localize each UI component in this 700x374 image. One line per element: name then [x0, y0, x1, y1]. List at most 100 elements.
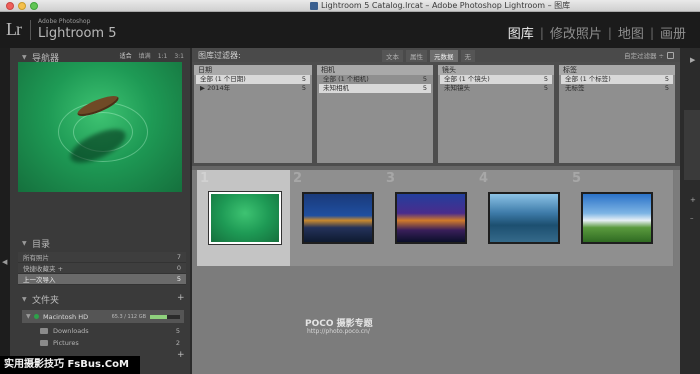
- row-count: 5: [543, 84, 548, 92]
- metadata-filter-panel: 日期 全部 (1 个日期) 5 ▶ 2014年 5 相机 全部 (1 个相机) 5 未…: [192, 62, 680, 166]
- volume-status-icon: [34, 314, 39, 319]
- add-folder-button[interactable]: +: [177, 293, 185, 303]
- vendor-label: Adobe Photoshop: [38, 18, 91, 25]
- filter-tab-none[interactable]: 无: [460, 50, 475, 62]
- folder-label: Pictures: [53, 338, 79, 347]
- volume-name: Macintosh HD: [43, 312, 89, 321]
- minimize-window-button[interactable]: [18, 2, 26, 10]
- module-book[interactable]: 画册: [654, 23, 692, 42]
- row-count: 5: [422, 84, 427, 92]
- navigator-preview[interactable]: [18, 62, 182, 192]
- volume-usage-fill: [150, 314, 168, 319]
- volume-size: 65.3 / 112 GB: [111, 313, 146, 320]
- catalog-title: 目录: [32, 239, 51, 250]
- folder-item[interactable]: Pictures 2: [22, 337, 184, 348]
- catalog-item[interactable]: 所有照片 7: [18, 252, 186, 263]
- grid-cell[interactable]: 5: [569, 170, 674, 266]
- right-panel-edge[interactable]: [680, 48, 700, 374]
- thumbnail-interchange[interactable]: [395, 192, 467, 244]
- catalog-header[interactable]: ▼ 目录: [10, 236, 190, 250]
- triangle-down-icon: ▼: [22, 295, 27, 303]
- catalog-item[interactable]: 快捷收藏夹 + 0: [18, 263, 186, 274]
- grid-cell-selected[interactable]: 1: [197, 170, 292, 266]
- row-label: 全部 (1 个标签): [565, 75, 611, 83]
- column-row[interactable]: 未知相机 5: [319, 84, 431, 93]
- folders-header[interactable]: ▼ 文件夹: [10, 292, 190, 306]
- folder-item[interactable]: Downloads 5: [22, 325, 184, 336]
- filter-column-date: 日期 全部 (1 个日期) 5 ▶ 2014年 5: [194, 65, 312, 163]
- row-label: ▶ 2014年: [200, 84, 231, 92]
- column-row[interactable]: ▶ 2014年 5: [196, 84, 310, 93]
- triangle-down-icon: ▼: [26, 313, 31, 320]
- column-header[interactable]: 镜头: [438, 65, 554, 75]
- folder-label: Downloads: [53, 326, 89, 335]
- thumbnail-boat[interactable]: [208, 191, 282, 245]
- filter-preset-dropdown[interactable]: 自定过滤器 ÷: [624, 50, 674, 60]
- thumbnail-city-night[interactable]: [302, 192, 374, 244]
- cell-index: 1: [200, 171, 210, 186]
- grid-cell[interactable]: 3: [383, 170, 478, 266]
- row-count: 5: [664, 75, 669, 83]
- catalog-item-selected[interactable]: 上一次导入 5: [18, 274, 186, 285]
- zoom-window-button[interactable]: [30, 2, 38, 10]
- watermark-url: http://photo.poco.cn/: [307, 328, 370, 335]
- filter-column-lens: 镜头 全部 (1 个镜头) 5 未知镜头 5: [438, 65, 554, 163]
- thumbnail-karst[interactable]: [488, 192, 560, 244]
- row-count: 5: [664, 84, 669, 92]
- column-header[interactable]: 标签: [559, 65, 675, 75]
- module-develop[interactable]: 修改照片: [544, 23, 608, 42]
- library-filter-title: 图库过滤器:: [198, 50, 241, 60]
- thumbnail-meadow[interactable]: [581, 192, 653, 244]
- grid-cell[interactable]: 2: [290, 170, 385, 266]
- row-count: 5: [422, 75, 427, 83]
- column-row[interactable]: 全部 (1 个标签) 5: [561, 75, 673, 84]
- window-titlebar: Lightroom 5 Catalog.lrcat – Adobe Photos…: [0, 0, 700, 12]
- catalog-item-count: 0: [176, 264, 181, 272]
- library-filter-bar: 图库过滤器: 文本 属性 元数据 无 自定过滤器 ÷: [192, 48, 680, 62]
- product-name: Lightroom 5: [38, 26, 117, 41]
- row-label: 无标签: [565, 84, 585, 92]
- catalog-item-label: 所有照片: [23, 254, 49, 262]
- folder-count: 2: [175, 338, 180, 347]
- filter-tab-text[interactable]: 文本: [382, 50, 403, 62]
- minus-icon[interactable]: –: [690, 214, 694, 222]
- row-label: 未知镜头: [444, 84, 470, 92]
- cell-index: 2: [293, 171, 303, 186]
- left-panel-edge[interactable]: ◀: [0, 48, 10, 374]
- lock-icon[interactable]: [667, 51, 674, 59]
- filter-column-camera: 相机 全部 (1 个相机) 5 未知相机 5: [317, 65, 433, 163]
- column-row[interactable]: 全部 (1 个镜头) 5: [440, 75, 552, 84]
- catalog-item-count: 5: [176, 275, 181, 283]
- lightroom-logo: Lr: [6, 19, 22, 39]
- grid-cell[interactable]: 4: [476, 170, 571, 266]
- column-row[interactable]: 全部 (1 个日期) 5: [196, 75, 310, 84]
- module-library[interactable]: 图库: [502, 23, 540, 42]
- collapse-right-panel-icon[interactable]: ▶: [690, 56, 695, 64]
- document-icon: [310, 2, 318, 10]
- column-row[interactable]: 未知镜头 5: [440, 84, 552, 93]
- top-panel: Lr Adobe Photoshop Lightroom 5 图库 | 修改照片…: [0, 12, 700, 48]
- column-header[interactable]: 日期: [194, 65, 312, 75]
- row-count: 5: [301, 84, 306, 92]
- column-row[interactable]: 无标签 5: [561, 84, 673, 93]
- plus-icon[interactable]: +: [690, 196, 696, 204]
- module-picker: 图库 | 修改照片 | 地图 | 画册: [502, 23, 692, 43]
- module-map[interactable]: 地图: [612, 23, 650, 42]
- column-row[interactable]: 全部 (1 个相机) 5: [319, 75, 431, 84]
- volume-usage-bar: [150, 314, 180, 319]
- cell-index: 5: [572, 171, 582, 186]
- collapse-left-panel-icon[interactable]: ◀: [2, 258, 7, 266]
- window-title: Lightroom 5 Catalog.lrcat – Adobe Photos…: [321, 1, 571, 10]
- cell-index: 4: [479, 171, 489, 186]
- close-window-button[interactable]: [6, 2, 14, 10]
- filter-tab-metadata[interactable]: 元数据: [430, 50, 458, 62]
- filter-tab-attribute[interactable]: 属性: [406, 50, 427, 62]
- catalog-list: 所有照片 7 快捷收藏夹 + 0 上一次导入 5: [18, 252, 186, 285]
- filter-preset-label: 自定过滤器 ÷: [623, 52, 664, 60]
- volume-row[interactable]: ▼ Macintosh HD 65.3 / 112 GB: [22, 310, 184, 323]
- column-header[interactable]: 相机: [317, 65, 433, 75]
- catalog-item-label: 上一次导入: [23, 276, 56, 284]
- filter-tabs: 文本 属性 元数据 无: [382, 50, 475, 62]
- filter-column-label: 标签 全部 (1 个标签) 5 无标签 5: [559, 65, 675, 163]
- add-collection-button[interactable]: +: [177, 350, 185, 360]
